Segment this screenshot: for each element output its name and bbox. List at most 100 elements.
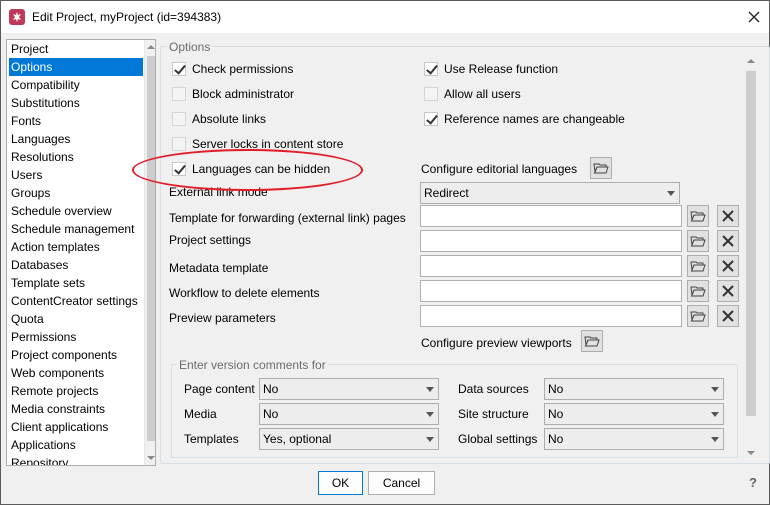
preview-parameters-browse-button[interactable] (687, 305, 709, 327)
folder-open-icon (593, 163, 609, 174)
site-structure-select[interactable]: No (544, 403, 724, 425)
nav-item-compatibility[interactable]: Compatibility (9, 76, 143, 94)
checkbox-box[interactable] (172, 87, 186, 101)
page-content-label: Page content (184, 382, 255, 396)
checkbox-box[interactable] (424, 62, 438, 76)
preview-parameters-field[interactable] (420, 305, 682, 327)
nav-item-contentcreator-settings[interactable]: ContentCreator settings (9, 292, 143, 310)
folder-open-icon (690, 261, 706, 272)
configure-languages-button[interactable] (590, 157, 612, 179)
options-scroll-thumb[interactable] (746, 71, 756, 416)
preview-parameters-clear-button[interactable] (717, 305, 739, 327)
metadata-template-clear-button[interactable] (717, 255, 739, 277)
configure-preview-viewports-label: Configure preview viewports (421, 336, 572, 350)
nav-item-remote-projects[interactable]: Remote projects (9, 382, 143, 400)
checkbox-box[interactable] (424, 112, 438, 126)
version-comments-label: Enter version comments for (177, 358, 328, 372)
nav-item-databases[interactable]: Databases (9, 256, 143, 274)
cancel-button[interactable]: Cancel (368, 471, 435, 495)
global-settings-select[interactable]: No (544, 428, 724, 450)
data-sources-label: Data sources (458, 382, 529, 396)
select-value: No (548, 407, 564, 421)
nav-item-languages[interactable]: Languages (9, 130, 143, 148)
select-value: No (263, 382, 279, 396)
nav-item-fonts[interactable]: Fonts (9, 112, 143, 130)
template-forwarding-browse-button[interactable] (687, 205, 709, 227)
template-forwarding-clear-button[interactable] (717, 205, 739, 227)
checkbox-label: Block administrator (192, 87, 295, 101)
nav-item-substitutions[interactable]: Substitutions (9, 94, 143, 112)
select-value: No (263, 407, 279, 421)
external-link-mode-select[interactable]: Redirect (420, 182, 680, 204)
checkbox-label: Check permissions (192, 62, 294, 76)
project-settings-browse-button[interactable] (687, 230, 709, 252)
nav-item-repository[interactable]: Repository (9, 454, 143, 465)
nav-item-media-constraints[interactable]: Media constraints (9, 400, 143, 418)
checkbox-box[interactable] (172, 62, 186, 76)
scroll-up-icon[interactable] (147, 45, 155, 49)
chevron-down-icon (426, 437, 434, 442)
close-icon[interactable] (744, 7, 764, 27)
nav-item-quota[interactable]: Quota (9, 310, 143, 328)
nav-item-groups[interactable]: Groups (9, 184, 143, 202)
folder-open-icon (690, 311, 706, 322)
app-icon (9, 9, 25, 25)
nav-item-resolutions[interactable]: Resolutions (9, 148, 143, 166)
nav-item-action-templates[interactable]: Action templates (9, 238, 143, 256)
select-value: No (548, 382, 564, 396)
chevron-down-icon (426, 387, 434, 392)
nav-item-project-components[interactable]: Project components (9, 346, 143, 364)
window-title: Edit Project, myProject (id=394383) (32, 10, 222, 24)
select-value: Redirect (424, 186, 469, 200)
folder-open-icon (690, 236, 706, 247)
nav-scrollbar[interactable] (144, 40, 155, 465)
nav-item-project[interactable]: Project (9, 40, 143, 58)
scroll-up-icon[interactable] (747, 59, 755, 63)
workflow-delete-field[interactable] (420, 280, 682, 302)
project-settings-label: Project settings (169, 233, 252, 247)
chevron-down-icon (711, 437, 719, 442)
folder-open-icon (584, 336, 600, 347)
configure-viewports-button[interactable] (581, 330, 603, 352)
options-scrollbar[interactable] (743, 53, 759, 461)
template-forwarding-field[interactable] (420, 205, 682, 227)
project-settings-field[interactable] (420, 230, 682, 252)
page-content-select[interactable]: No (259, 378, 439, 400)
delete-x-icon (722, 310, 734, 322)
metadata-template-field[interactable] (420, 255, 682, 277)
nav-item-permissions[interactable]: Permissions (9, 328, 143, 346)
nav-item-users[interactable]: Users (9, 166, 143, 184)
workflow-delete-clear-button[interactable] (717, 280, 739, 302)
nav-item-applications[interactable]: Applications (9, 436, 143, 454)
data-sources-select[interactable]: No (544, 378, 724, 400)
nav-item-web-components[interactable]: Web components (9, 364, 143, 382)
settings-nav-list: Project Options Compatibility Substitutions… (6, 39, 156, 466)
media-select[interactable]: No (259, 403, 439, 425)
templates-label: Templates (184, 432, 239, 446)
delete-x-icon (722, 210, 734, 222)
metadata-template-browse-button[interactable] (687, 255, 709, 277)
templates-select[interactable]: Yes, optional (259, 428, 439, 450)
ok-button[interactable]: OK (318, 471, 363, 495)
checkbox-box[interactable] (172, 137, 186, 151)
project-settings-clear-button[interactable] (717, 230, 739, 252)
checkbox-box[interactable] (172, 112, 186, 126)
delete-x-icon (722, 260, 734, 272)
checkbox-label: Use Release function (444, 62, 559, 76)
preview-parameters-label: Preview parameters (169, 311, 276, 325)
media-label: Media (184, 407, 217, 421)
workflow-delete-browse-button[interactable] (687, 280, 709, 302)
workflow-delete-label: Workflow to delete elements (169, 286, 320, 300)
nav-item-schedule-overview[interactable]: Schedule overview (9, 202, 143, 220)
help-icon[interactable]: ? (749, 475, 765, 493)
nav-item-options[interactable]: Options (9, 58, 143, 76)
nav-item-client-applications[interactable]: Client applications (9, 418, 143, 436)
nav-item-template-sets[interactable]: Template sets (9, 274, 143, 292)
chevron-down-icon (667, 191, 675, 196)
checkbox-box[interactable] (424, 87, 438, 101)
nav-item-schedule-management[interactable]: Schedule management (9, 220, 143, 238)
nav-scroll-thumb[interactable] (147, 56, 155, 441)
scroll-down-icon[interactable] (747, 451, 755, 455)
select-value: Yes, optional (263, 432, 332, 446)
scroll-down-icon[interactable] (147, 456, 155, 460)
